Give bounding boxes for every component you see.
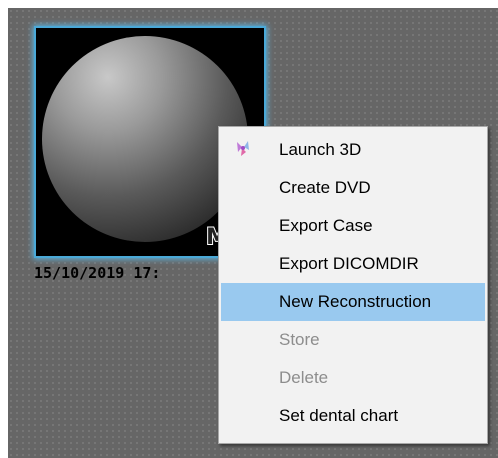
menu-item-label: Launch 3D — [279, 140, 362, 159]
menu-item-label: New Reconstruction — [279, 292, 432, 311]
menu-item-label: Export Case — [279, 216, 373, 235]
menu-item-launch-3d[interactable]: Launch 3D — [221, 131, 485, 169]
menu-item-label: Set dental chart — [279, 406, 399, 425]
menu-item-export-dicomdir[interactable]: Export DICOMDIR — [221, 245, 485, 283]
menu-item-label: Delete — [279, 368, 329, 387]
menu-item-delete[interactable]: Delete — [221, 359, 485, 397]
menu-item-new-reconstruction[interactable]: New Reconstruction — [221, 283, 485, 321]
menu-item-create-dvd[interactable]: Create DVD — [221, 169, 485, 207]
menu-item-set-dental-chart[interactable]: Set dental chart — [221, 397, 485, 435]
launch-3d-icon — [237, 141, 249, 156]
menu-item-export-case[interactable]: Export Case — [221, 207, 485, 245]
menu-item-label: Store — [279, 330, 320, 349]
context-menu: Launch 3D Create DVD Export Case Export … — [218, 126, 488, 444]
menu-item-label: Export DICOMDIR — [279, 254, 419, 273]
menu-item-store[interactable]: Store — [221, 321, 485, 359]
menu-item-label: Create DVD — [279, 178, 371, 197]
study-date-label: 15/10/2019 17: — [34, 264, 161, 282]
